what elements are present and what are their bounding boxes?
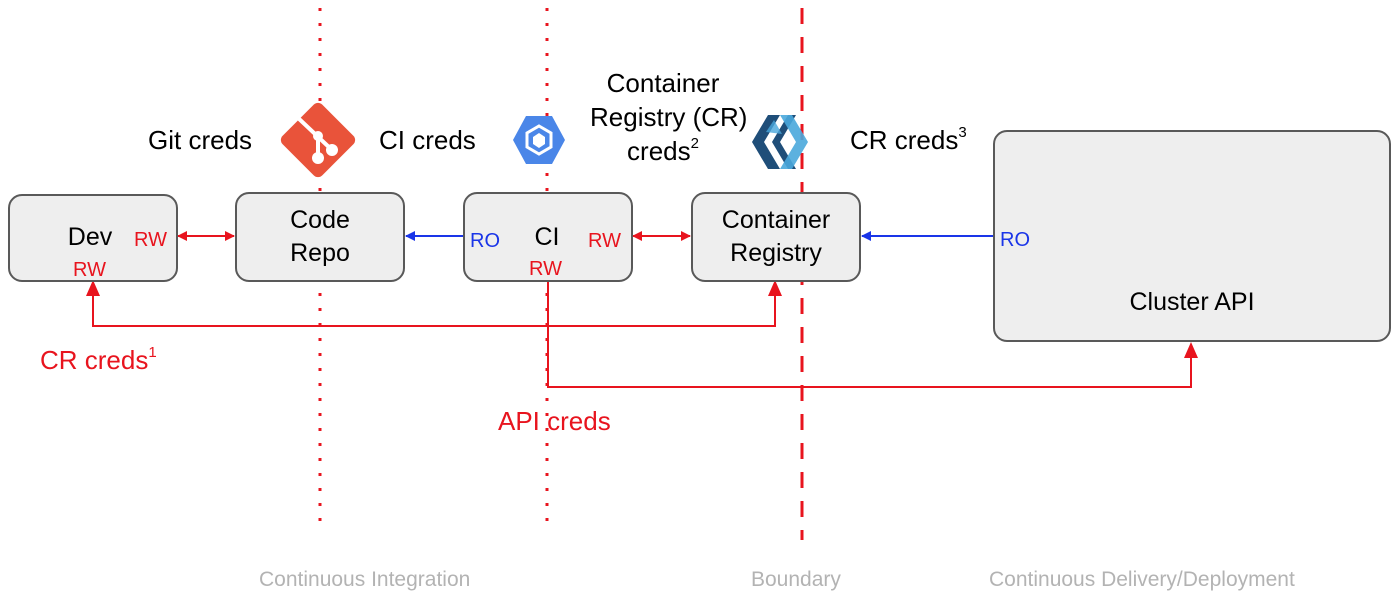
api-creds-label: API creds — [498, 406, 611, 436]
cr-creds-1-footnote: 1 — [148, 344, 157, 361]
cluster-api-node[interactable]: RO Cluster API — [993, 130, 1391, 342]
cr-creds-3-label: CR creds3 — [850, 124, 967, 156]
cr-creds-3-text: CR creds — [850, 125, 959, 155]
cr-creds-1-label: CR creds1 — [40, 344, 157, 376]
google-cloud-build-icon — [513, 116, 565, 164]
container-registry-label: Container Registry — [721, 206, 831, 267]
ci-rw-right-badge: RW — [588, 230, 621, 252]
dev-rw-right-badge: RW — [134, 229, 167, 251]
cluster-api-label: Cluster API — [1129, 288, 1255, 316]
dev-rw-bottom-badge: RW — [73, 259, 106, 281]
zone-continuous-delivery: Continuous Delivery/Deployment — [989, 568, 1295, 591]
dev-label: Dev — [67, 223, 113, 251]
git-logo-icon — [280, 102, 356, 178]
dev-node[interactable]: Dev RW RW — [8, 194, 178, 282]
cr-creds-3-footnote: 3 — [958, 124, 967, 141]
arrowhead-dev — [86, 280, 100, 296]
ci-creds-label: CI creds — [379, 125, 476, 155]
code-repo-label: Code Repo — [290, 206, 350, 267]
code-repo-node[interactable]: Code Repo — [235, 192, 405, 282]
ci-label: CI — [534, 223, 560, 251]
ci-rw-bottom-badge: RW — [529, 258, 562, 280]
ci-ro-badge: RO — [470, 230, 500, 252]
git-creds-label: Git creds — [148, 125, 253, 155]
cr-creds-line3: creds — [627, 136, 691, 166]
cr-creds-label: Container Registry (CR) creds2 — [590, 66, 748, 168]
cr-creds-line1: Container — [606, 68, 720, 98]
cr-creds-footnote: 2 — [690, 135, 699, 152]
edge-cr-creds-1 — [92, 283, 776, 327]
zone-continuous-integration: Continuous Integration — [259, 568, 471, 591]
ci-node[interactable]: RO CI RW RW — [463, 192, 633, 282]
container-registry-logo-icon — [752, 115, 808, 169]
arrowhead-cluster-api — [1184, 342, 1198, 358]
cr-creds-line2: Registry (CR) — [590, 102, 748, 132]
cr-creds-1-text: CR creds — [40, 345, 149, 375]
cluster-api-ro-badge: RO — [1000, 229, 1030, 251]
cr-creds-line3-wrap: creds2 — [590, 134, 736, 168]
arrowhead-container-registry — [768, 280, 782, 296]
container-registry-node[interactable]: Container Registry — [691, 192, 861, 282]
zone-boundary: Boundary — [751, 568, 841, 591]
